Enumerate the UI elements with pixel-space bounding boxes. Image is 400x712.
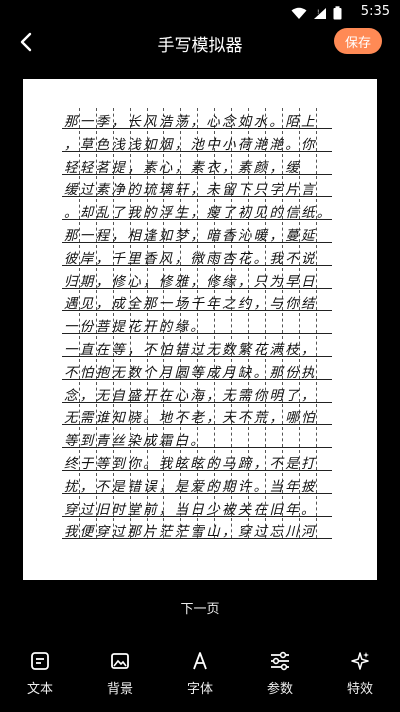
sliders-icon: [271, 651, 289, 671]
tool-background[interactable]: 背景: [80, 640, 160, 712]
wifi-icon: [291, 5, 307, 24]
signal-icon: !: [313, 5, 327, 24]
grid-column-guide: [315, 427, 317, 448]
text-icon: [31, 652, 49, 670]
handwriting-text: 。却乱了我的浮生，瘦了初见的信纸。: [64, 205, 333, 222]
grid-column-guide: [281, 427, 283, 448]
handwriting-line: 那一程，相逢如梦，暗香沁暖，蔓延: [62, 222, 332, 246]
grid-column-guide: [231, 427, 232, 448]
handwriting-text: 归期，修心，修雅，修缘，只为早日: [64, 273, 317, 290]
save-button[interactable]: 保存: [334, 28, 382, 54]
grid-column-guide: [247, 313, 249, 334]
handwriting-line: 遇见，成全那一场千年之约，与你结: [62, 290, 332, 314]
handwriting-text: 缓过素净的琉璃轩，未留下只字片言: [64, 182, 317, 199]
handwriting-line: 扰，不是错误，是爱的期许。当年披: [62, 472, 332, 497]
status-bar: ! 5:35: [0, 0, 400, 24]
grid-column-guide: [264, 313, 266, 334]
handwriting-line: 一直在等，不怕错过无数繁花满枝，: [62, 336, 332, 360]
next-page-button[interactable]: 下一页: [0, 598, 400, 617]
handwriting-line: 等到青丝染成霜白。: [62, 427, 332, 451]
handwriting-line: 缓过素净的琉璃轩，未留下只字片言: [62, 176, 332, 200]
handwriting-line: 无需谁知晓。地不老，天不荒，哪怕: [62, 404, 332, 428]
grid-column-guide: [315, 153, 317, 174]
status-time: 5:35: [360, 4, 390, 19]
grid-column-guide: [231, 313, 232, 334]
handwriting-text: 我便穿过那片茫茫雪山，穿过忘川河: [64, 524, 317, 541]
handwriting-text: 无需谁知晓。地不老，天不荒，哪怕: [64, 410, 317, 427]
svg-text:!: !: [317, 9, 319, 16]
tool-effects[interactable]: 特效: [320, 640, 400, 712]
tool-text-label: 文本: [26, 682, 53, 697]
tool-effects-label: 特效: [346, 682, 373, 697]
handwriting-line: 彼岸，千里香风，微雨杏花。我不说: [62, 244, 332, 269]
handwriting-text: ，草色浅浅如烟，池中小荷滟滟。你: [64, 136, 317, 153]
handwriting-text: 终于等到你。我眩眩的马蹄，不是打: [64, 456, 317, 472]
handwriting-text: 扰，不是错误，是爱的期许。当年披: [64, 478, 317, 495]
handwriting-text: 轻轻茗提，素心，素衣，素颜，缓: [64, 159, 301, 176]
handwriting-line: 穿过旧时堂前，当日少被关在旧年。: [62, 495, 332, 520]
font-icon: [193, 652, 207, 670]
handwriting-line: 终于等到你。我眩眩的马蹄，不是打: [62, 450, 332, 474]
app-header: 手写模拟器 保存: [0, 24, 400, 60]
sparkle-icon: [351, 652, 369, 670]
grid-column-guide: [298, 313, 300, 334]
handwriting-grid: 那一季，长风浩荡，心念如水。陌上 ，草色浅浅如烟，池中小荷滟滟。你 轻轻茗提，素心，…: [62, 108, 332, 548]
image-icon: [111, 653, 129, 669]
grid-column-guide: [247, 427, 249, 448]
handwriting-line: 轻轻茗提，素心，素衣，素颜，缓: [62, 153, 332, 178]
handwriting-text: 一直在等，不怕错过无数繁花满枝，: [64, 342, 317, 358]
handwriting-line: 不怕抱无数个月圆等成月缺。那份执: [62, 358, 332, 383]
tool-font-label: 字体: [186, 682, 213, 697]
handwriting-line: 我便穿过那片茫茫雪山，穿过忘川河: [62, 518, 332, 542]
handwriting-line: ，草色浅浅如烟，池中小荷滟滟。你: [62, 130, 332, 155]
status-icons: !: [291, 5, 342, 24]
bottom-toolbar: 文本 背景 字体 参数 特效: [0, 640, 400, 712]
handwriting-line: 归期，修心，修雅，修缘，只为早日: [62, 267, 332, 292]
handwriting-text: 一份菩提花开的缘。: [64, 319, 207, 336]
handwriting-text: 彼岸，千里香风，微雨杏花。我不说: [64, 250, 317, 267]
tool-background-label: 背景: [106, 682, 133, 697]
handwriting-text: 那一程，相逢如梦，暗香沁暖，蔓延: [64, 228, 317, 244]
tool-font[interactable]: 字体: [160, 640, 240, 712]
handwriting-text: 穿过旧时堂前，当日少被关在旧年。: [64, 501, 317, 518]
handwriting-text: 遇见，成全那一场千年之约，与你结: [64, 296, 317, 313]
handwriting-line: 一份菩提花开的缘。: [62, 313, 332, 337]
battery-icon: [333, 5, 342, 24]
handwriting-text: 那一季，长风浩荡，心念如水。陌上: [64, 114, 317, 130]
grid-column-guide: [281, 313, 283, 334]
handwriting-line: 那一季，长风浩荡，心念如水。陌上: [62, 108, 332, 132]
handwriting-text: 念，无自盛开在心海，无需你明了，: [64, 387, 317, 404]
handwriting-line: 。却乱了我的浮生，瘦了初见的信纸。: [62, 199, 332, 223]
tool-params[interactable]: 参数: [240, 640, 320, 712]
handwriting-line: 念，无自盛开在心海，无需你明了，: [62, 381, 332, 406]
handwriting-text: 不怕抱无数个月圆等成月缺。那份执: [64, 364, 317, 381]
grid-column-guide: [214, 313, 216, 334]
grid-column-guide: [214, 427, 216, 448]
tool-text[interactable]: 文本: [0, 640, 80, 712]
grid-column-guide: [264, 427, 266, 448]
tool-params-label: 参数: [266, 682, 293, 697]
grid-column-guide: [315, 313, 317, 334]
grid-column-guide: [298, 427, 300, 448]
handwriting-text: 等到青丝染成霜白。: [64, 433, 207, 450]
